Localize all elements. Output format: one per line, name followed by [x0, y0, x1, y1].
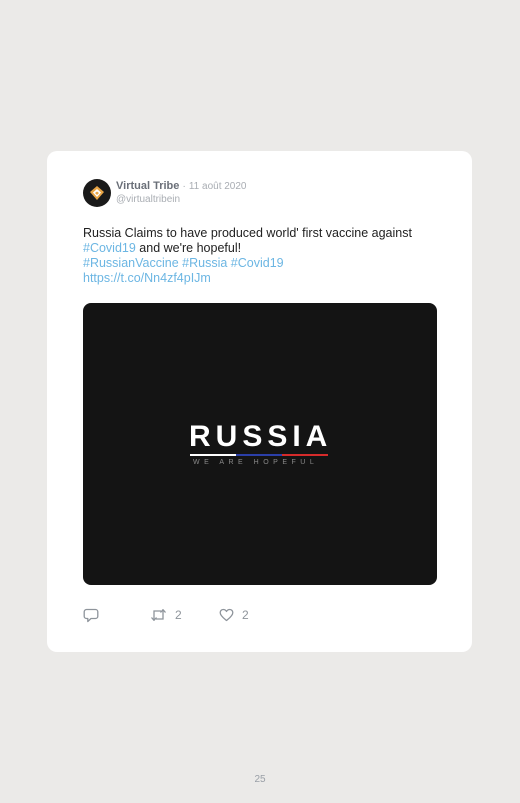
virtual-tribe-logo-icon [90, 186, 104, 200]
retweet-button[interactable]: 2 [150, 606, 182, 624]
tweet-header: Virtual Tribe · 11 août 2020 [116, 180, 247, 192]
flag-stripe-blue [236, 454, 282, 456]
flag-stripe-red [282, 454, 328, 456]
reply-button[interactable] [83, 606, 99, 624]
like-button[interactable]: 2 [219, 606, 249, 624]
hashtag-russianvaccine[interactable]: #RussianVaccine [83, 256, 179, 270]
retweet-count: 2 [175, 608, 182, 622]
hashtag-covid19-2[interactable]: #Covid19 [231, 256, 284, 270]
like-count: 2 [242, 608, 249, 622]
header-separator: · [182, 181, 186, 192]
tweet-date[interactable]: 11 août 2020 [189, 181, 247, 192]
hashtag-covid19[interactable]: #Covid19 [83, 241, 136, 255]
user-handle[interactable]: @virtualtribein [116, 194, 180, 205]
hashtag-russia[interactable]: #Russia [182, 256, 227, 270]
retweet-icon [151, 609, 166, 621]
flag-stripe-white [190, 454, 236, 456]
tweet-text: Russia Claims to have produced world' fi… [83, 226, 443, 286]
media-tagline: WE ARE HOPEFUL [193, 459, 319, 466]
tweet-card: Virtual Tribe · 11 août 2020 @virtualtri… [47, 151, 472, 652]
tweet-text-part-1: Russia Claims to have produced world' fi… [83, 226, 412, 240]
display-name[interactable]: Virtual Tribe [116, 180, 179, 192]
heart-icon [219, 608, 234, 622]
tweet-text-part-2: and we're hopeful! [135, 241, 242, 255]
media-headline: RUSSIA [189, 420, 333, 453]
tweet-link[interactable]: https://t.co/Nn4zf4pIJm [83, 271, 211, 285]
avatar[interactable] [83, 179, 111, 207]
reply-icon [83, 608, 99, 622]
flag-stripe [190, 454, 328, 456]
tweet-media-image[interactable]: RUSSIA WE ARE HOPEFUL [83, 303, 437, 585]
page-number: 25 [254, 774, 266, 785]
